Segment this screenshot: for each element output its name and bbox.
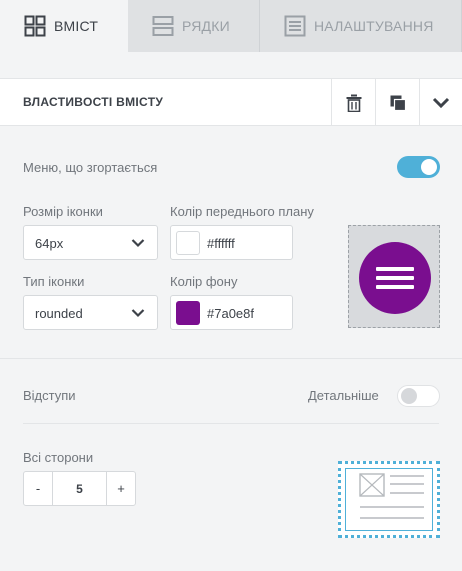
tab-label: РЯДКИ (182, 18, 230, 34)
grid-icon (24, 15, 46, 37)
hamburger-bar (376, 285, 414, 289)
background-color-label: Колір фону (170, 274, 238, 289)
tab-content[interactable]: ВМІСТ (0, 0, 128, 52)
decrement-button[interactable]: - (23, 471, 53, 506)
tab-settings[interactable]: НАЛАШТУВАННЯ (260, 0, 462, 52)
tab-label: ВМІСТ (54, 18, 99, 34)
foreground-color-swatch[interactable] (176, 231, 200, 255)
properties-header: ВЛАСТИВОСТІ ВМІСТУ (0, 78, 462, 126)
icon-type-select[interactable]: rounded (23, 295, 158, 330)
padding-value[interactable]: 5 (53, 471, 106, 506)
padding-stepper: - 5 + (23, 471, 136, 506)
foreground-color-label: Колір переднього плану (170, 204, 314, 219)
icon-type-value: rounded (35, 306, 83, 321)
icon-type-label: Тип іконки (23, 274, 85, 289)
rows-icon (152, 16, 174, 36)
spacing-inner-frame (345, 468, 433, 531)
collapsible-menu-label: Меню, що згортається (23, 160, 158, 175)
icon-size-label: Розмір іконки (23, 204, 103, 219)
delete-button[interactable] (331, 79, 375, 126)
background-color-value: #7a0e8f (207, 306, 254, 321)
icon-preview (348, 225, 440, 328)
content-placeholder-icon (359, 473, 424, 519)
hamburger-bar (376, 267, 414, 271)
chevron-down-icon (432, 97, 450, 108)
tab-rows[interactable]: РЯДКИ (128, 0, 260, 52)
chevron-down-icon (131, 239, 145, 248)
tab-label: НАЛАШТУВАННЯ (314, 18, 434, 34)
spacing-preview (338, 461, 440, 538)
details-toggle[interactable] (397, 385, 440, 407)
background-color-field[interactable]: #7a0e8f (170, 295, 293, 330)
all-sides-label: Всі сторони (23, 450, 94, 465)
increment-button[interactable]: + (106, 471, 136, 506)
background-color-swatch[interactable] (176, 301, 200, 325)
collapsible-menu-toggle[interactable] (397, 156, 440, 178)
toggle-knob (401, 388, 417, 404)
foreground-color-value: #ffffff (207, 236, 235, 251)
duplicate-button[interactable] (375, 79, 419, 126)
tab-bar: ВМІСТ РЯДКИ НАЛАШТУВАННЯ (0, 0, 462, 52)
menu-icon-preview (359, 242, 431, 314)
details-label: Детальніше (308, 388, 379, 403)
icon-size-select[interactable]: 64px (23, 225, 158, 260)
icon-size-value: 64px (35, 236, 64, 251)
chevron-down-icon (131, 309, 145, 318)
foreground-color-field[interactable]: #ffffff (170, 225, 293, 260)
hamburger-bar (376, 276, 414, 280)
section-divider (23, 423, 439, 424)
settings-panel-icon (284, 15, 306, 37)
section-divider (0, 358, 462, 359)
toggle-knob (421, 159, 437, 175)
trash-icon (346, 94, 361, 112)
collapse-button[interactable] (419, 79, 462, 126)
duplicate-icon (390, 95, 406, 111)
padding-label: Відступи (23, 388, 76, 403)
properties-title: ВЛАСТИВОСТІ ВМІСТУ (23, 95, 164, 109)
